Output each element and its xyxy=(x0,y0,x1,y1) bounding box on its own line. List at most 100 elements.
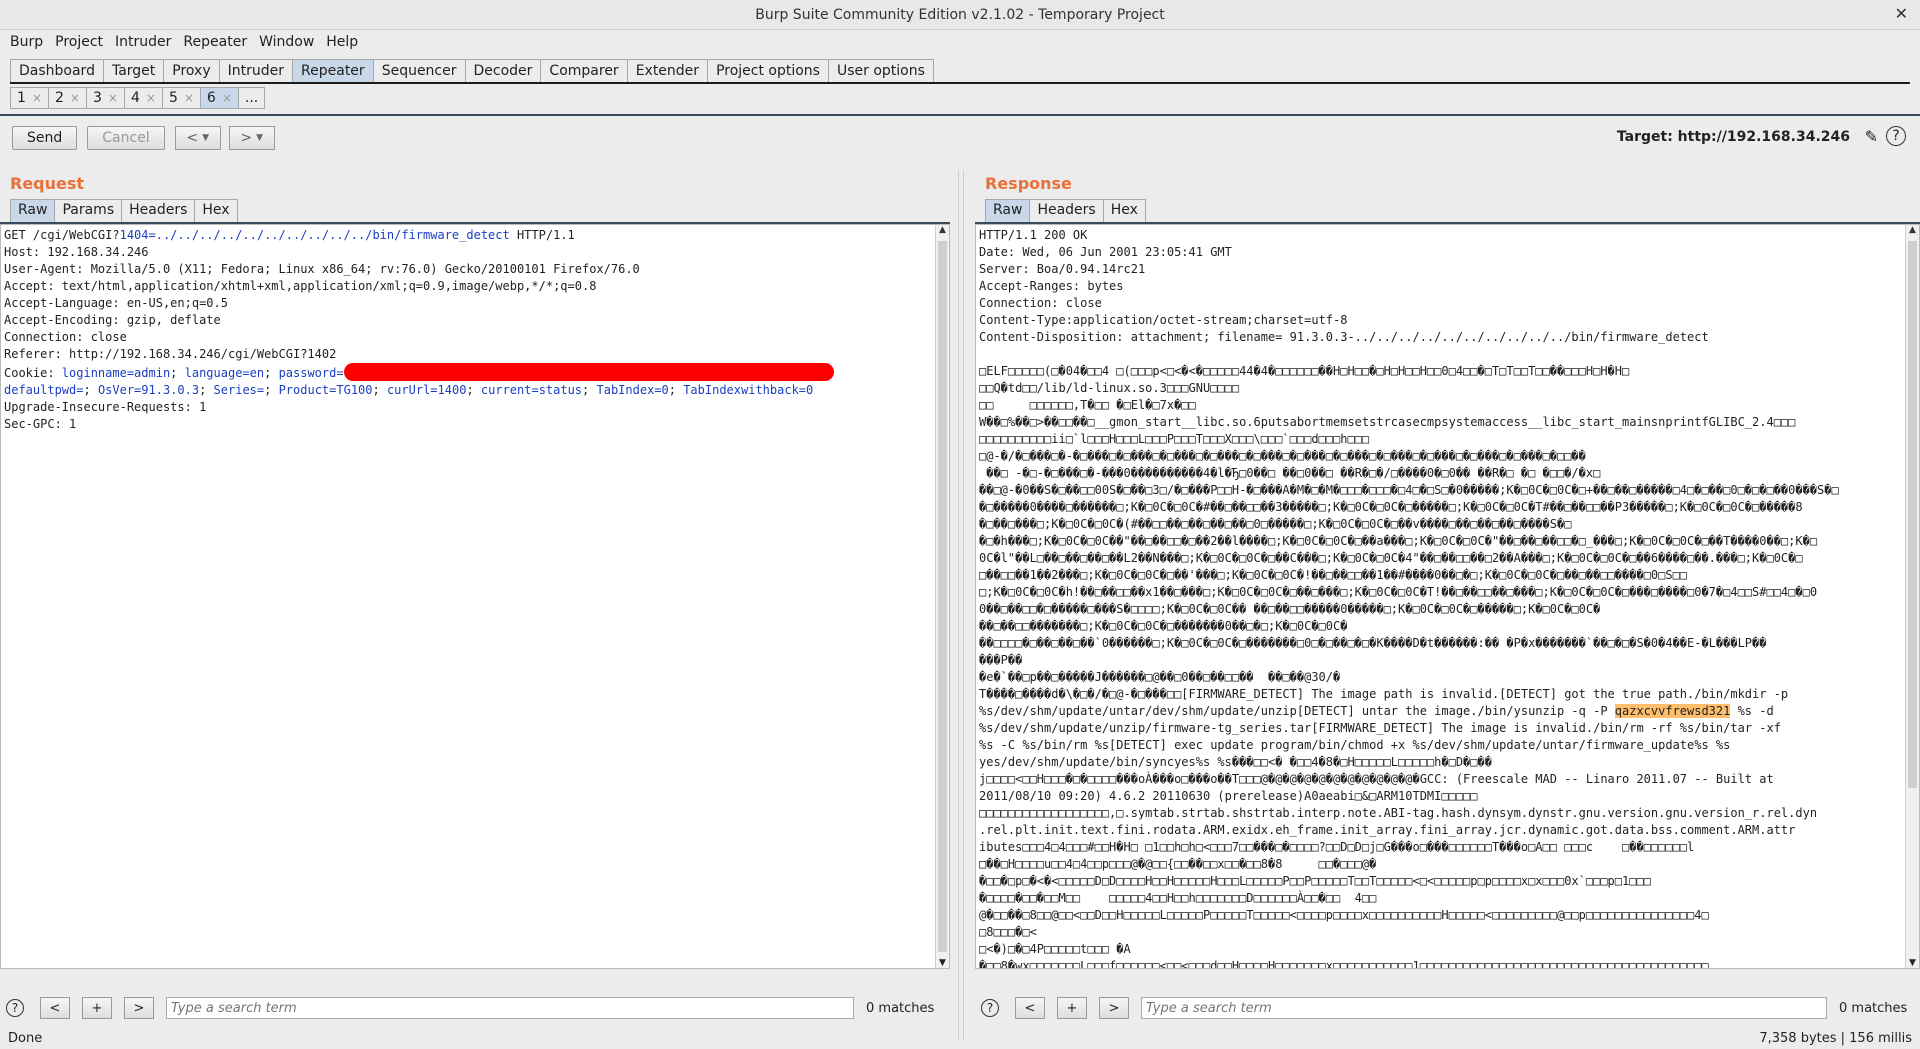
search-prev-button[interactable]: < xyxy=(40,997,70,1019)
highlighted-password: qazxcvvfrewsd321 xyxy=(1614,704,1731,718)
repeater-tab-label: 2 xyxy=(54,90,64,106)
help-icon[interactable]: ? xyxy=(1886,126,1906,146)
request-scrollbar[interactable]: ▲ ▼ xyxy=(935,225,949,968)
search-add-button[interactable]: + xyxy=(1057,997,1087,1019)
response-text[interactable]: HTTP/1.1 200 OK Date: Wed, 06 Jun 2001 2… xyxy=(976,225,1901,969)
request-title: Request xyxy=(10,174,85,193)
close-icon[interactable]: ✕ xyxy=(1895,4,1908,23)
request-match-count: 0 matches xyxy=(866,1000,935,1016)
repeater-tab-label: 4 xyxy=(130,90,140,106)
tab-extender[interactable]: Extender xyxy=(626,59,709,82)
send-button[interactable]: Send xyxy=(12,126,78,150)
tab-repeater[interactable]: Repeater xyxy=(292,59,374,82)
tab-target[interactable]: Target xyxy=(102,59,165,82)
menu-intruder[interactable]: Intruder xyxy=(109,32,177,52)
scroll-thumb[interactable] xyxy=(1908,241,1917,788)
scroll-up-arrow-icon[interactable]: ▲ xyxy=(936,225,949,235)
response-body: □ELF□□□□□(□�04�□□4 □(□□□p<□<�<�□□□□□44�4… xyxy=(979,364,1839,718)
repeater-tab-2[interactable]: 2 × xyxy=(47,87,87,109)
pane-splitter[interactable] xyxy=(958,170,964,1040)
response-scrollbar[interactable]: ▲ ▼ xyxy=(1905,225,1919,968)
header-accept: Accept: text/html,application/xhtml+xml,… xyxy=(4,279,597,293)
back-button[interactable]: < ▼ xyxy=(174,126,221,150)
search-prev-button[interactable]: < xyxy=(1015,997,1045,1019)
response-body-continued: %s -d %s/dev/shm/update/unzip/firmware-t… xyxy=(979,704,1818,969)
tab-proxy[interactable]: Proxy xyxy=(163,59,220,82)
repeater-tab-6[interactable]: 6 × xyxy=(199,87,239,109)
header-sec-gpc: Sec-GPC: 1 xyxy=(4,417,77,431)
response-search-input[interactable] xyxy=(1141,997,1827,1019)
close-icon[interactable]: × xyxy=(108,91,118,105)
chevron-left-icon: < xyxy=(186,130,199,146)
edit-pencil-icon[interactable]: ✎ xyxy=(1865,127,1878,146)
help-icon[interactable]: ? xyxy=(981,999,999,1017)
request-tabs: Raw Params Headers Hex xyxy=(0,198,950,222)
request-text[interactable]: GET /cgi/WebCGI?1404=../../../../../../.… xyxy=(1,225,933,435)
request-search-input[interactable] xyxy=(166,997,854,1019)
tab-project-options[interactable]: Project options xyxy=(707,59,829,82)
window-title: Burp Suite Community Edition v2.1.02 - T… xyxy=(755,6,1165,23)
request-line-start: GET /cgi/WebCGI? xyxy=(4,228,120,242)
header-referer: Referer: http://192.168.34.246/cgi/WebCG… xyxy=(4,347,337,361)
tab-dashboard[interactable]: Dashboard xyxy=(10,59,104,82)
menu-help[interactable]: Help xyxy=(320,32,364,52)
header-connection: Connection: close xyxy=(4,330,127,344)
request-editor[interactable]: GET /cgi/WebCGI?1404=../../../../../../.… xyxy=(0,224,950,969)
cookie-loginname: loginname=admin xyxy=(61,366,171,380)
repeater-tab-label: 5 xyxy=(168,90,178,106)
repeater-tabs: 1 × 2 × 3 × 4 × 5 × 6 × ... xyxy=(0,84,1920,112)
request-tab-headers[interactable]: Headers xyxy=(121,199,196,222)
header-host: Host: 192.168.34.246 xyxy=(4,245,149,259)
tab-user-options[interactable]: User options xyxy=(827,59,934,82)
close-icon[interactable]: × xyxy=(70,91,80,105)
menu-window[interactable]: Window xyxy=(253,32,320,52)
request-tab-params[interactable]: Params xyxy=(54,199,123,222)
cookie-series: Series= xyxy=(213,383,265,397)
repeater-tab-5[interactable]: 5 × xyxy=(161,87,201,109)
repeater-tab-1[interactable]: 1 × xyxy=(10,87,49,109)
response-editor[interactable]: HTTP/1.1 200 OK Date: Wed, 06 Jun 2001 2… xyxy=(975,224,1920,969)
scroll-down-arrow-icon[interactable]: ▼ xyxy=(1906,958,1919,968)
cookie-product: Product=TG100 xyxy=(278,383,373,397)
response-title: Response xyxy=(985,174,1072,193)
target-label: Target: http://192.168.34.246 xyxy=(1616,129,1850,145)
response-search-bar: ? < + > 0 matches xyxy=(975,995,1920,1021)
window-titlebar: Burp Suite Community Edition v2.1.02 - T… xyxy=(0,0,1920,30)
close-icon[interactable]: × xyxy=(222,91,232,105)
close-icon[interactable]: × xyxy=(184,91,194,105)
cookie-cururl: curUrl=1400 xyxy=(386,383,467,397)
dropdown-arrow-icon[interactable]: ▼ xyxy=(256,133,263,143)
search-next-button[interactable]: > xyxy=(1099,997,1129,1019)
search-add-button[interactable]: + xyxy=(82,997,112,1019)
menu-repeater[interactable]: Repeater xyxy=(177,32,253,52)
repeater-tab-4[interactable]: 4 × xyxy=(123,87,163,109)
close-icon[interactable]: × xyxy=(146,91,156,105)
close-icon[interactable]: × xyxy=(32,91,42,105)
cookie-osver: OsVer=91.3.0.3 xyxy=(97,383,200,397)
response-tab-hex[interactable]: Hex xyxy=(1102,199,1146,222)
response-tab-headers[interactable]: Headers xyxy=(1029,199,1104,222)
target-actions: ✎ ? xyxy=(1865,126,1906,146)
request-tab-hex[interactable]: Hex xyxy=(194,199,238,222)
request-param: 1404=../../../../../../../../../../bin/f… xyxy=(119,228,510,242)
tab-decoder[interactable]: Decoder xyxy=(464,59,542,82)
response-tab-raw[interactable]: Raw xyxy=(985,199,1031,222)
help-icon[interactable]: ? xyxy=(6,999,24,1017)
cancel-button[interactable]: Cancel xyxy=(87,126,165,150)
repeater-tab-more[interactable]: ... xyxy=(237,87,266,109)
forward-button[interactable]: > ▼ xyxy=(228,126,275,150)
main-tabs: Dashboard Target Proxy Intruder Repeater… xyxy=(0,54,1920,82)
tab-comparer[interactable]: Comparer xyxy=(540,59,628,82)
menu-project[interactable]: Project xyxy=(49,32,109,52)
menu-burp[interactable]: Burp xyxy=(4,32,49,52)
tab-sequencer[interactable]: Sequencer xyxy=(372,59,466,82)
scroll-up-arrow-icon[interactable]: ▲ xyxy=(1906,225,1919,235)
dropdown-arrow-icon[interactable]: ▼ xyxy=(202,133,209,143)
scroll-thumb[interactable] xyxy=(938,241,947,952)
repeater-tab-3[interactable]: 3 × xyxy=(85,87,125,109)
scroll-down-arrow-icon[interactable]: ▼ xyxy=(936,958,949,968)
request-tab-raw[interactable]: Raw xyxy=(10,199,56,222)
search-next-button[interactable]: > xyxy=(124,997,154,1019)
tab-intruder[interactable]: Intruder xyxy=(218,59,294,82)
repeater-tab-label: 6 xyxy=(206,90,216,106)
